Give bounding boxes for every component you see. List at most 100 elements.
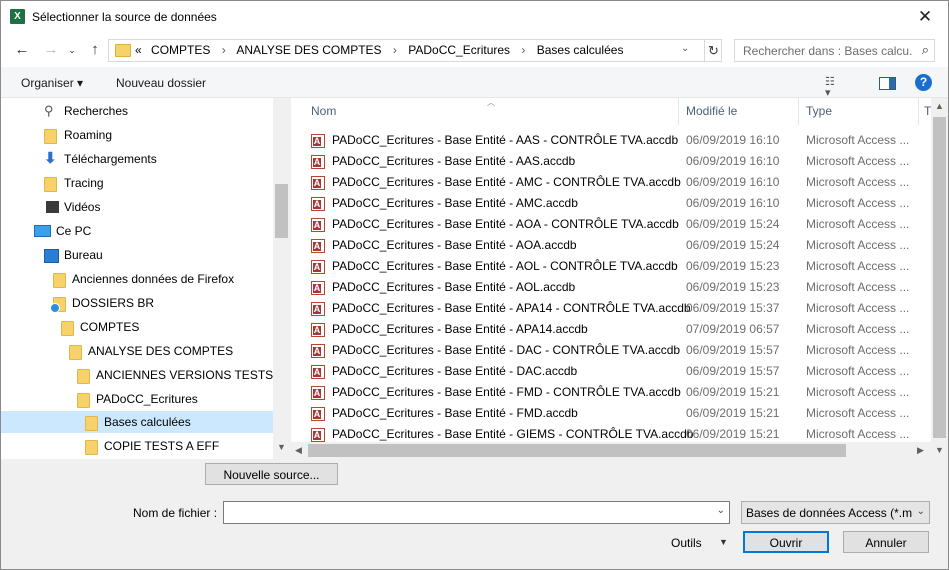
cancel-button[interactable]: Annuler (843, 531, 929, 553)
file-type: Microsoft Access ... (806, 280, 910, 294)
file-list: ︿ Nom Modifié le Type T PADoCC_Ecritures… (291, 98, 948, 459)
preview-pane-icon[interactable] (879, 77, 896, 90)
change-view-icon[interactable]: ☷ ▾ (825, 77, 841, 99)
scroll-left-arrow-icon[interactable]: ◀ (295, 445, 302, 456)
nav-scrollbar[interactable]: ▼ (273, 98, 290, 459)
file-modified-date: 06/09/2019 15:21 (686, 406, 780, 420)
file-type: Microsoft Access ... (806, 175, 910, 189)
file-name: PADoCC_Ecritures - Base Entité - AOA - C… (332, 217, 679, 231)
nav-item-label: Roaming (64, 128, 113, 142)
tools-button[interactable]: Outils (671, 536, 702, 550)
tools-dropdown-icon[interactable]: ▼ (719, 537, 728, 547)
nav-scrollbar-thumb[interactable] (275, 184, 288, 238)
nav-item-label: Recherches (64, 104, 129, 118)
scroll-down-arrow-icon[interactable]: ▼ (935, 445, 944, 455)
breadcrumb-item[interactable]: Bases calculées (537, 43, 624, 57)
vertical-scrollbar-thumb[interactable] (933, 117, 946, 438)
scroll-right-arrow-icon[interactable]: ▶ (917, 445, 924, 456)
breadcrumb-separator-icon[interactable]: › (513, 43, 533, 57)
file-name: PADoCC_Ecritures - Base Entité - AOL.acc… (332, 280, 576, 294)
file-type: Microsoft Access ... (806, 259, 910, 273)
column-divider[interactable] (678, 98, 679, 125)
file-name: PADoCC_Ecritures - Base Entité - DAC.acc… (332, 364, 578, 378)
column-header-modified[interactable]: Modifié le (686, 98, 737, 125)
sort-ascending-icon: ︿ (487, 98, 495, 107)
recent-locations-chevron-icon[interactable]: ⌄ (62, 45, 82, 56)
sync-status-icon (50, 303, 60, 313)
access-database-icon (311, 197, 325, 211)
file-list-horizontal-scrollbar[interactable]: ◀ ▶ (291, 442, 931, 459)
column-divider[interactable] (918, 98, 919, 125)
back-arrow-icon[interactable]: ← (12, 41, 32, 58)
file-type: Microsoft Access ... (806, 301, 910, 315)
file-name: PADoCC_Ecritures - Base Entité - AOL - C… (332, 259, 678, 273)
column-divider[interactable] (798, 98, 799, 125)
nav-item-label: Bases calculées (104, 415, 191, 429)
access-database-icon (311, 176, 325, 190)
horizontal-scrollbar-thumb[interactable] (308, 444, 846, 457)
file-type-value: Bases de données Access (*.md (746, 506, 912, 520)
filename-dropdown-icon[interactable]: ⌄ (717, 505, 725, 516)
file-modified-date: 06/09/2019 16:10 (686, 175, 780, 189)
file-type: Microsoft Access ... (806, 196, 910, 210)
scroll-up-arrow-icon[interactable]: ▲ (935, 101, 944, 111)
file-modified-date: 06/09/2019 15:21 (686, 385, 780, 399)
access-database-icon (311, 302, 325, 316)
open-button[interactable]: Ouvrir (743, 531, 829, 553)
organize-button[interactable]: Organiser ▾ (21, 76, 83, 90)
new-source-button[interactable]: Nouvelle source... (205, 463, 338, 485)
file-type: Microsoft Access ... (806, 343, 910, 357)
help-icon[interactable]: ? (915, 74, 932, 91)
refresh-icon[interactable]: ↻ (704, 40, 722, 61)
filename-input[interactable] (228, 505, 712, 521)
file-modified-date: 06/09/2019 15:24 (686, 238, 780, 252)
address-dropdown-icon[interactable]: ⌄ (681, 43, 689, 54)
column-header-type[interactable]: Type (806, 98, 832, 125)
chevron-down-icon[interactable]: ⌄ (917, 506, 925, 517)
file-type: Microsoft Access ... (806, 133, 910, 147)
nav-item-label: COMPTES (80, 320, 140, 334)
file-modified-date: 06/09/2019 16:10 (686, 196, 780, 210)
nav-item-label: PADoCC_Ecritures (96, 392, 198, 406)
up-arrow-icon[interactable]: ↑ (85, 41, 105, 58)
forward-arrow-icon[interactable]: → (41, 41, 61, 58)
breadcrumb-separator-icon[interactable]: › (385, 43, 405, 57)
column-header-name[interactable]: Nom (311, 98, 336, 125)
new-folder-button[interactable]: Nouveau dossier (116, 76, 206, 90)
close-button[interactable]: ✕ (902, 1, 948, 33)
file-type: Microsoft Access ... (806, 238, 910, 252)
desktop-folder-icon (44, 249, 59, 263)
breadcrumb-item[interactable]: ANALYSE DES COMPTES (236, 43, 381, 57)
file-list-vertical-scrollbar[interactable]: ▲ (931, 98, 948, 442)
search-input[interactable] (741, 43, 915, 59)
search-icon[interactable]: ⌕ (922, 42, 929, 58)
dialog-title: Sélectionner la source de données (32, 10, 217, 24)
nav-item-label: Vidéos (64, 200, 101, 214)
file-modified-date: 06/09/2019 15:23 (686, 280, 780, 294)
title-bar: X Sélectionner la source de données ✕ (1, 1, 948, 33)
file-modified-date: 07/09/2019 06:57 (686, 322, 780, 336)
breadcrumb-separator-icon[interactable]: › (214, 43, 234, 57)
nav-item-label: Tracing (64, 176, 104, 190)
folder-icon (61, 321, 74, 336)
search-box[interactable]: ⌕ (734, 39, 935, 62)
access-database-icon (311, 260, 325, 274)
folder-icon (77, 393, 90, 408)
file-name: PADoCC_Ecritures - Base Entité - AMC.acc… (332, 196, 578, 210)
breadcrumb-item[interactable]: PADoCC_Ecritures (408, 43, 510, 57)
folder-icon (115, 44, 131, 57)
breadcrumb-overflow[interactable]: « (135, 43, 142, 57)
access-database-icon (311, 323, 325, 337)
filename-field[interactable]: ⌄ (223, 501, 730, 524)
file-modified-date: 06/09/2019 16:10 (686, 133, 780, 147)
file-type: Microsoft Access ... (806, 406, 910, 420)
scroll-down-arrow-icon[interactable]: ▼ (277, 442, 286, 452)
breadcrumb: « COMPTES › ANALYSE DES COMPTES › PADoCC… (135, 43, 623, 57)
address-bar[interactable]: « COMPTES › ANALYSE DES COMPTES › PADoCC… (108, 39, 722, 62)
nav-item-label: Ce PC (56, 224, 92, 238)
file-modified-date: 06/09/2019 15:37 (686, 301, 780, 315)
nav-item-label: DOSSIERS BR (72, 296, 155, 310)
file-type-select[interactable]: Bases de données Access (*.md ⌄ (741, 501, 930, 524)
breadcrumb-item[interactable]: COMPTES (151, 43, 210, 57)
nav-item-label: COPIE TESTS A EFF (104, 439, 220, 453)
